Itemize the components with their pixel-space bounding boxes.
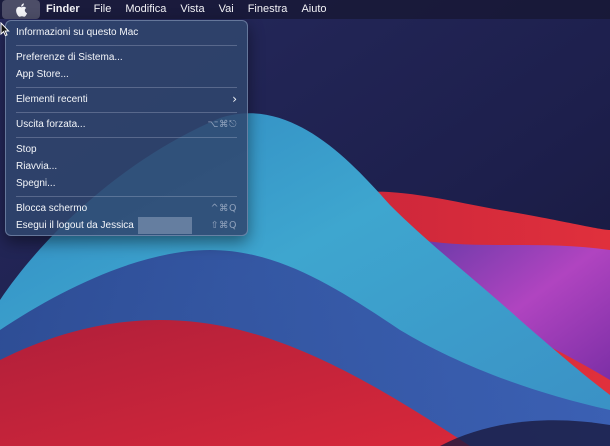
apple-menu-button[interactable]: [2, 0, 40, 19]
menu-item-force-quit-label: Uscita forzata...: [16, 119, 86, 130]
menu-item-lock-screen-label: Blocca schermo: [16, 203, 88, 214]
menubar-finder[interactable]: Finder: [40, 0, 87, 19]
menu-item-logout-label: Esegui il logout da Jessica: [16, 220, 134, 232]
menu-item-app-store-label: App Store...: [16, 69, 69, 80]
menu-item-app-store[interactable]: App Store...: [6, 66, 247, 83]
menu-item-sleep[interactable]: Stop: [6, 141, 247, 158]
redacted-name-box: [137, 216, 192, 234]
chevron-right-icon: ›: [232, 92, 237, 106]
menubar-file[interactable]: File: [87, 0, 119, 19]
menu-separator: [16, 111, 237, 113]
menu-item-sleep-label: Stop: [16, 144, 37, 155]
apple-logo-icon: [16, 2, 27, 17]
menu-item-logout-text: Esegui il logout da Jessica: [16, 216, 192, 234]
menu-item-lock-screen[interactable]: Blocca schermo ^⌘Q: [6, 200, 247, 217]
menu-item-recent-items-label: Elementi recenti: [16, 94, 88, 105]
menu-item-shutdown-label: Spegni...: [16, 178, 56, 189]
menu-separator: [16, 195, 237, 197]
menubar-modifica[interactable]: Modifica: [118, 0, 173, 19]
force-quit-shortcut: ⌥⌘⎋: [207, 119, 237, 130]
menu-item-about[interactable]: Informazioni su questo Mac: [6, 24, 247, 41]
menu-separator: [16, 86, 237, 88]
menu-separator: [16, 136, 237, 138]
logout-shortcut: ⇧⌘Q: [210, 220, 237, 231]
menu-item-logout[interactable]: Esegui il logout da Jessica ⇧⌘Q: [6, 216, 247, 234]
menubar-finestra[interactable]: Finestra: [241, 0, 295, 19]
lock-screen-shortcut: ^⌘Q: [210, 203, 237, 214]
menu-item-system-preferences-label: Preferenze di Sistema...: [16, 52, 123, 63]
menubar-aiuto[interactable]: Aiuto: [294, 0, 333, 19]
menu-item-recent-items[interactable]: Elementi recenti ›: [6, 91, 247, 108]
menu-item-about-label: Informazioni su questo Mac: [16, 27, 139, 38]
menu-item-force-quit[interactable]: Uscita forzata... ⌥⌘⎋: [6, 116, 247, 133]
menubar-vai[interactable]: Vai: [212, 0, 241, 19]
menu-bar: Finder File Modifica Vista Vai Finestra …: [0, 0, 610, 19]
menubar-vista[interactable]: Vista: [173, 0, 211, 19]
mouse-pointer-icon: [0, 22, 10, 37]
menu-item-restart-label: Riavvia...: [16, 161, 58, 172]
menu-item-system-preferences[interactable]: Preferenze di Sistema...: [6, 49, 247, 66]
apple-menu-dropdown: Informazioni su questo Mac Preferenze di…: [5, 20, 248, 236]
menu-item-restart[interactable]: Riavvia...: [6, 158, 247, 175]
menu-separator: [16, 44, 237, 46]
menu-item-shutdown[interactable]: Spegni...: [6, 175, 247, 192]
